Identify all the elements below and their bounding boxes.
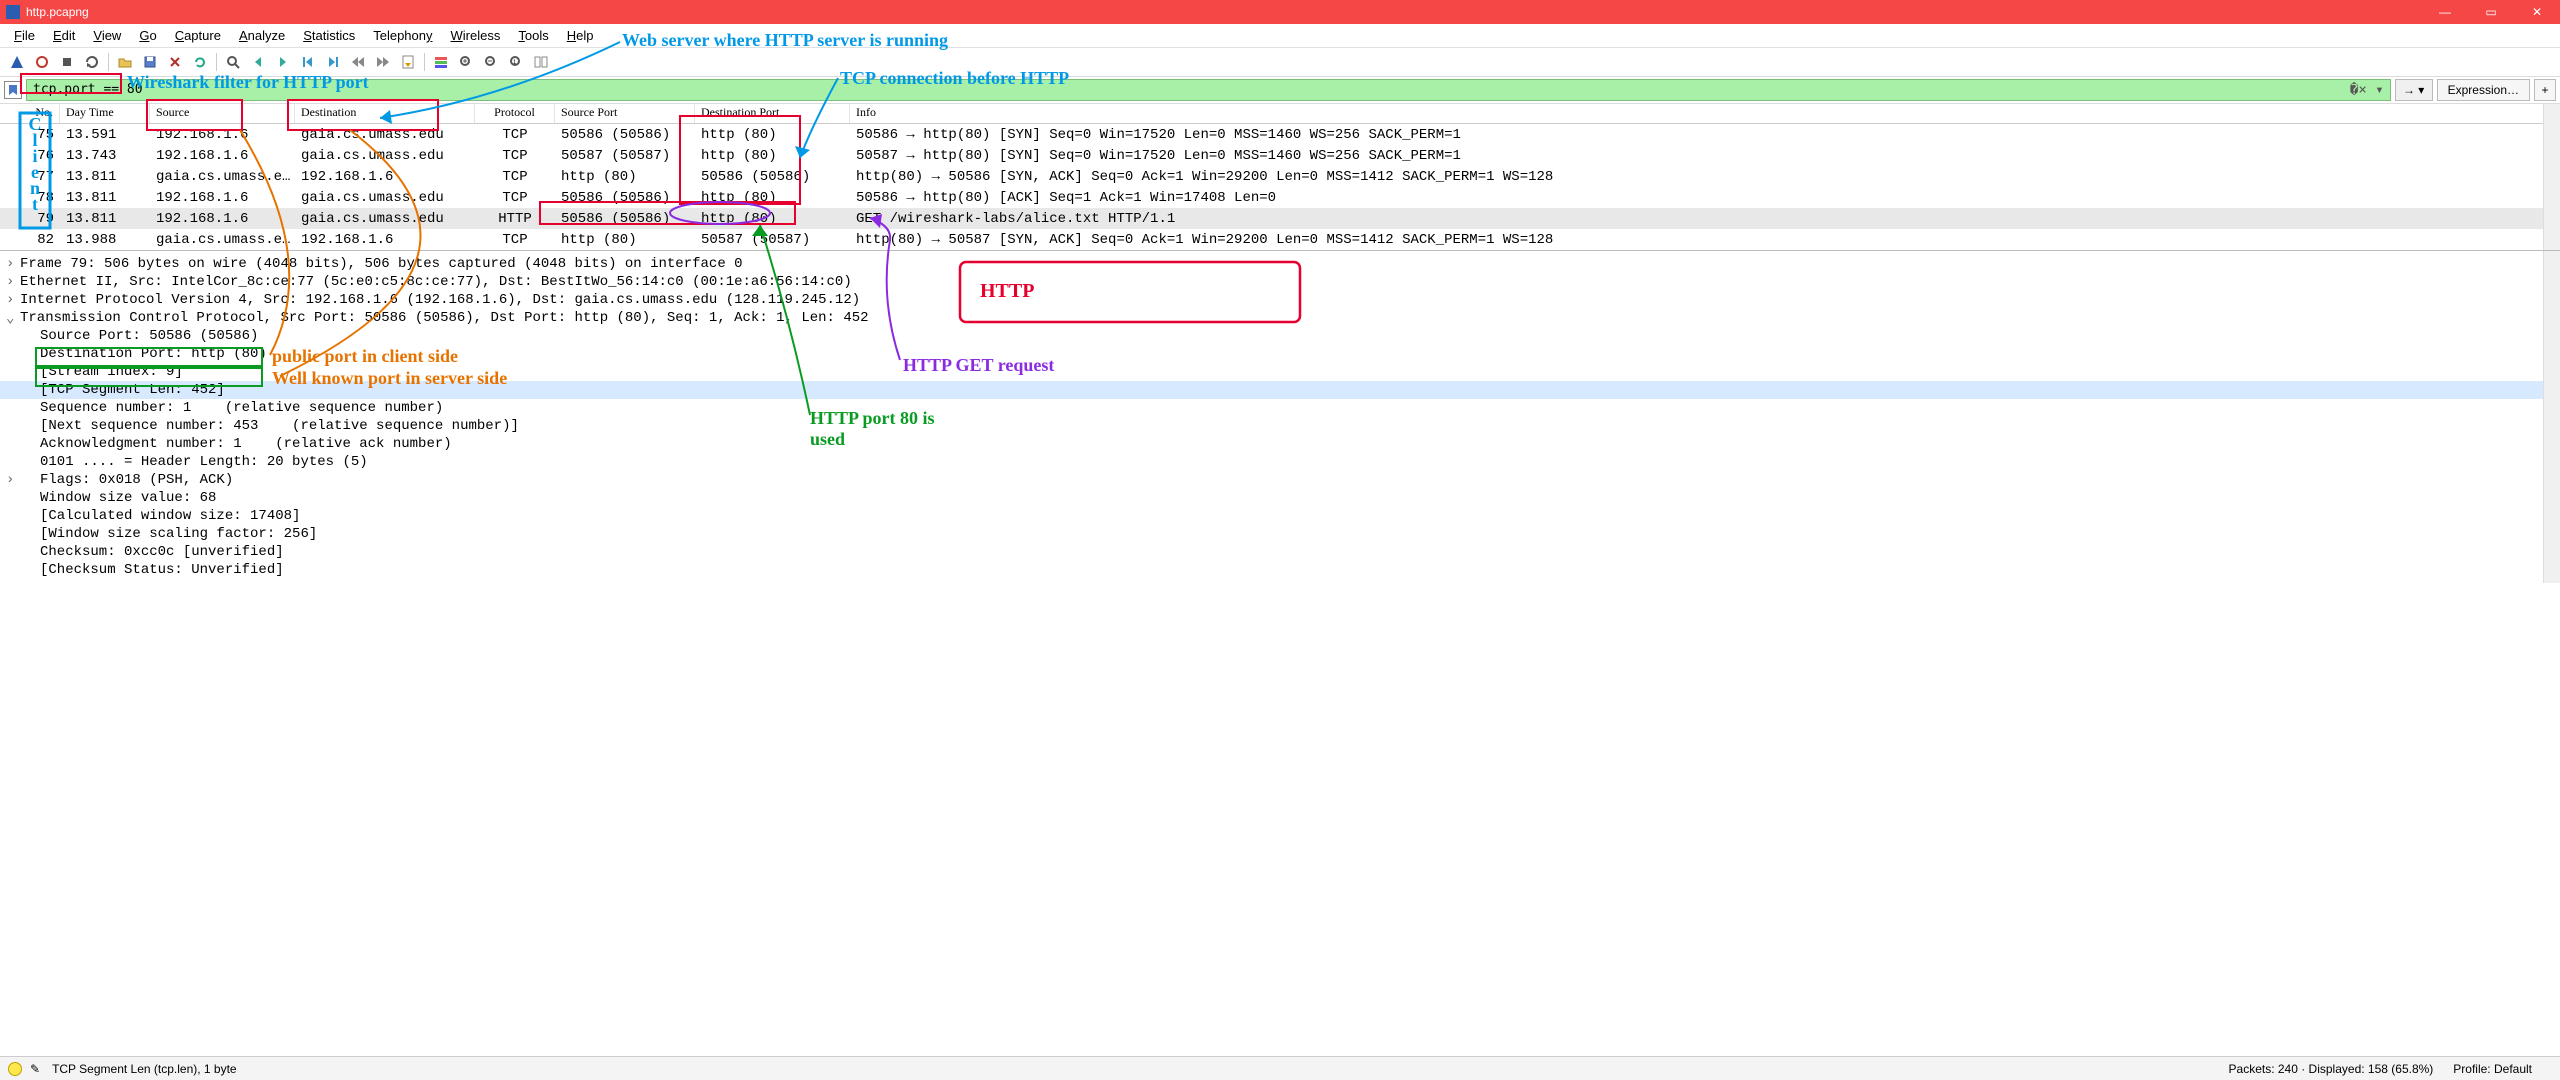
col-src[interactable]: Source <box>150 104 295 123</box>
menu-analyze[interactable]: Analyze <box>231 26 293 45</box>
detail-seglen[interactable]: [TCP Segment Len: 452] <box>0 381 2560 399</box>
expert-info-icon[interactable] <box>8 1062 22 1076</box>
menu-help[interactable]: Help <box>559 26 602 45</box>
detail-frame[interactable]: Frame 79: 506 bytes on wire (4048 bits),… <box>0 255 2560 273</box>
packet-row[interactable]: 7613.743192.168.1.6gaia.cs.umass.eduTCP5… <box>0 145 2560 166</box>
detail-ethernet[interactable]: Ethernet II, Src: IntelCor_8c:ce:77 (5c:… <box>0 273 2560 291</box>
toolbar-goto-last-icon[interactable] <box>372 51 394 73</box>
menu-go[interactable]: Go <box>131 26 164 45</box>
menu-telephony[interactable]: Telephony <box>365 26 440 45</box>
detail-winscale[interactable]: [Window size scaling factor: 256] <box>0 525 2560 543</box>
status-field: TCP Segment Len (tcp.len), 1 byte <box>52 1062 237 1076</box>
col-sprt[interactable]: Source Port <box>555 104 695 123</box>
menu-bar: File Edit View Go Capture Analyze Statis… <box>0 24 2560 48</box>
details-scrollbar[interactable] <box>2543 251 2560 583</box>
menu-edit[interactable]: Edit <box>45 26 83 45</box>
menu-tools[interactable]: Tools <box>510 26 556 45</box>
packet-list-scrollbar[interactable] <box>2543 104 2560 250</box>
menu-statistics[interactable]: Statistics <box>295 26 363 45</box>
detail-flags[interactable]: Flags: 0x018 (PSH, ACK) <box>0 471 2560 489</box>
detail-calcwin[interactable]: [Calculated window size: 17408] <box>0 507 2560 525</box>
detail-ckstat[interactable]: [Checksum Status: Unverified] <box>0 561 2560 579</box>
detail-src-port[interactable]: Source Port: 50586 (50586) <box>0 327 2560 345</box>
toolbar-save-icon[interactable] <box>139 51 161 73</box>
menu-file[interactable]: File <box>6 26 43 45</box>
maximize-button[interactable]: ▭ <box>2468 0 2514 24</box>
detail-stream[interactable]: [Stream index: 9] <box>0 363 2560 381</box>
main-toolbar: 1 <box>0 48 2560 77</box>
toolbar-autoscroll-icon[interactable] <box>397 51 419 73</box>
toolbar-next-icon[interactable] <box>272 51 294 73</box>
packet-row[interactable]: 7813.811192.168.1.6gaia.cs.umass.eduTCP5… <box>0 187 2560 208</box>
packet-list[interactable]: No. Day Time Source Destination Protocol… <box>0 104 2560 250</box>
toolbar-goto-first-icon[interactable] <box>347 51 369 73</box>
packet-row[interactable]: 7513.591192.168.1.6gaia.cs.umass.eduTCP5… <box>0 124 2560 145</box>
filter-bar: tcp.port == 80 �× ▾ → ▾ Expression… + <box>0 77 2560 104</box>
packet-row[interactable]: 8213.988gaia.cs.umass.e…192.168.1.6TCPht… <box>0 229 2560 250</box>
col-info[interactable]: Info <box>850 104 2560 123</box>
toolbar-zoom-out-icon[interactable] <box>480 51 502 73</box>
status-profile[interactable]: Profile: Default <box>2453 1062 2532 1076</box>
toolbar-open-icon[interactable] <box>114 51 136 73</box>
toolbar-prev-icon[interactable] <box>247 51 269 73</box>
expression-button[interactable]: Expression… <box>2437 79 2530 101</box>
toolbar-resize-cols-icon[interactable] <box>530 51 552 73</box>
packet-row[interactable]: 7713.811gaia.cs.umass.e…192.168.1.6TCPht… <box>0 166 2560 187</box>
toolbar-colorize-icon[interactable] <box>430 51 452 73</box>
menu-view[interactable]: View <box>85 26 129 45</box>
toolbar-jump-next-icon[interactable] <box>322 51 344 73</box>
toolbar-find-icon[interactable] <box>222 51 244 73</box>
filter-bookmark-icon[interactable] <box>4 81 22 99</box>
filter-clear-icon[interactable]: �× ▾ <box>2350 82 2384 98</box>
col-dprt[interactable]: Destination Port <box>695 104 850 123</box>
detail-acknum[interactable]: Acknowledgment number: 1 (relative ack n… <box>0 435 2560 453</box>
status-bar: ✎ TCP Segment Len (tcp.len), 1 byte Pack… <box>0 1056 2560 1080</box>
detail-winsize[interactable]: Window size value: 68 <box>0 489 2560 507</box>
edit-icon[interactable]: ✎ <box>30 1062 40 1076</box>
detail-cksum[interactable]: Checksum: 0xcc0c [unverified] <box>0 543 2560 561</box>
app-icon <box>6 5 20 19</box>
filter-add-button[interactable]: + <box>2534 79 2556 101</box>
window-title: http.pcapng <box>26 5 2422 19</box>
detail-dst-port[interactable]: Destination Port: http (80) <box>0 345 2560 363</box>
detail-tcp[interactable]: Transmission Control Protocol, Src Port:… <box>0 309 2560 327</box>
packet-details-pane[interactable]: Frame 79: 506 bytes on wire (4048 bits),… <box>0 250 2560 583</box>
toolbar-zoom-in-icon[interactable] <box>455 51 477 73</box>
col-prot[interactable]: Protocol <box>475 104 555 123</box>
detail-hdrlen[interactable]: 0101 .... = Header Length: 20 bytes (5) <box>0 453 2560 471</box>
detail-ip[interactable]: Internet Protocol Version 4, Src: 192.16… <box>0 291 2560 309</box>
toolbar-restart-icon[interactable] <box>81 51 103 73</box>
packet-row[interactable]: 7913.811192.168.1.6gaia.cs.umass.eduHTTP… <box>0 208 2560 229</box>
toolbar-start-icon[interactable] <box>56 51 78 73</box>
toolbar-shark-icon[interactable] <box>6 51 28 73</box>
status-packets: Packets: 240 · Displayed: 158 (65.8%) <box>2229 1062 2434 1076</box>
packet-list-header: No. Day Time Source Destination Protocol… <box>0 104 2560 124</box>
menu-capture[interactable]: Capture <box>167 26 229 45</box>
detail-nextseq[interactable]: [Next sequence number: 453 (relative seq… <box>0 417 2560 435</box>
col-dst[interactable]: Destination <box>295 104 475 123</box>
filter-text: tcp.port == 80 <box>33 82 143 97</box>
display-filter-input[interactable]: tcp.port == 80 �× ▾ <box>26 79 2391 101</box>
minimize-button[interactable]: — <box>2422 0 2468 24</box>
title-bar: http.pcapng — ▭ ✕ <box>0 0 2560 24</box>
detail-seqnum[interactable]: Sequence number: 1 (relative sequence nu… <box>0 399 2560 417</box>
col-time[interactable]: Day Time <box>60 104 150 123</box>
toolbar-jump-prev-icon[interactable] <box>297 51 319 73</box>
close-button[interactable]: ✕ <box>2514 0 2560 24</box>
toolbar-reload-icon[interactable] <box>189 51 211 73</box>
col-no[interactable]: No. <box>0 104 60 123</box>
toolbar-zoom-reset-icon[interactable]: 1 <box>505 51 527 73</box>
menu-wireless[interactable]: Wireless <box>443 26 509 45</box>
toolbar-close-icon[interactable] <box>164 51 186 73</box>
toolbar-capture-options-icon[interactable] <box>31 51 53 73</box>
filter-apply-arrow[interactable]: → ▾ <box>2395 79 2433 101</box>
